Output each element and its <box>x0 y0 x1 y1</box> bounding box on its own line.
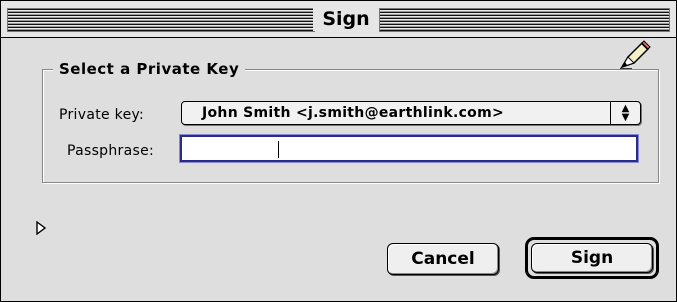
passphrase-label: Passphrase: <box>67 143 154 159</box>
private-key-groupbox <box>42 69 659 183</box>
pen-icon <box>620 40 651 70</box>
up-down-arrows-icon: ▲ ▼ <box>610 102 640 124</box>
disclosure-triangle-icon[interactable] <box>35 221 47 235</box>
private-key-label: Private key: <box>59 107 145 123</box>
text-caret <box>278 141 279 158</box>
sign-dialog: Sign Select a Private Key Private key: J… <box>0 0 677 302</box>
cancel-button[interactable]: Cancel <box>387 243 499 275</box>
groupbox-title: Select a Private Key <box>53 58 246 80</box>
window-title: Sign <box>313 7 379 31</box>
passphrase-field[interactable] <box>180 135 638 162</box>
title-bar-stripes-left <box>7 8 315 32</box>
private-key-selected-value: John Smith <j.smith@earthlink.com> <box>202 105 504 121</box>
private-key-popup[interactable]: John Smith <j.smith@earthlink.com> ▲ ▼ <box>181 101 641 125</box>
title-bar[interactable]: Sign <box>1 1 676 38</box>
title-bar-stripes-right <box>379 8 670 32</box>
passphrase-input[interactable] <box>182 137 636 160</box>
sign-button[interactable]: Sign <box>531 243 653 273</box>
